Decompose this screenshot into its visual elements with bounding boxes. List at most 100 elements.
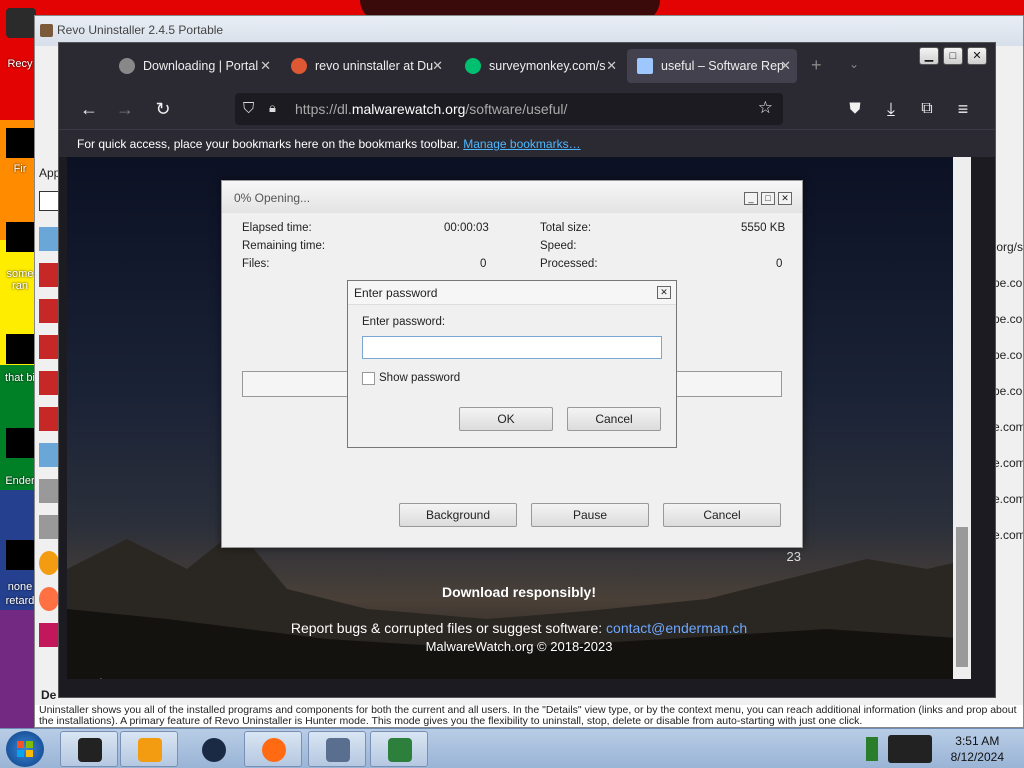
revo-list-cell: pe.con: [993, 312, 1023, 326]
ok-button[interactable]: OK: [459, 407, 553, 431]
row-size: 23: [786, 549, 801, 564]
nav-bar: ← → ↻ ⛉ 🔒︎ https://dl.malwarewatch.org/s…: [59, 89, 995, 129]
url-bar[interactable]: ⛉ 🔒︎ https://dl.malwarewatch.org/softwar…: [235, 93, 783, 125]
back-icon[interactable]: ←: [77, 97, 101, 121]
tab-label: Downloading | Portal: [143, 59, 259, 73]
app-list-icon[interactable]: [39, 515, 59, 539]
close-button[interactable]: ✕: [967, 47, 987, 65]
revo-list-cell: .org/s: [993, 240, 1023, 254]
show-password-label: Show password: [379, 372, 461, 384]
files-label: Files:: [242, 258, 270, 270]
clock-time: 3:51 AM: [955, 734, 1000, 748]
cancel-button[interactable]: Cancel: [567, 407, 661, 431]
tray-app-icon[interactable]: [888, 735, 932, 763]
new-tab-icon[interactable]: +: [811, 55, 822, 76]
acrobat-icon[interactable]: [39, 407, 59, 431]
maximize-button[interactable]: □: [943, 47, 963, 65]
dialog-title: Enter password: [348, 281, 676, 305]
url-domain: malwarewatch.org: [351, 101, 466, 117]
minimize-button[interactable]: ▁: [919, 47, 939, 65]
archiver-icon: [388, 738, 412, 762]
tab-close-icon[interactable]: ✕: [432, 58, 443, 74]
start-button[interactable]: [6, 731, 44, 767]
revo-list-cell: e.com: [993, 528, 1023, 542]
flash-icon[interactable]: [39, 263, 59, 287]
tab-label: revo uninstaller at Du: [315, 59, 434, 73]
tray-indicator-icon[interactable]: [866, 737, 878, 761]
bookmark-star-icon[interactable]: ☆: [758, 98, 773, 118]
flash-icon[interactable]: [39, 371, 59, 395]
app-list-icon[interactable]: [39, 191, 59, 211]
reload-icon[interactable]: ↻: [151, 97, 175, 121]
footer-copyright: MalwareWatch.org © 2018-2023: [425, 639, 613, 654]
show-password-checkbox[interactable]: [362, 372, 375, 385]
flash-icon[interactable]: [39, 299, 59, 323]
revo-list-cell: pe.con: [993, 348, 1023, 362]
cancel-button[interactable]: Cancel: [663, 503, 781, 527]
app-list-icon[interactable]: [39, 551, 59, 575]
pocket-icon[interactable]: ⛊: [843, 97, 867, 121]
tab-close-icon[interactable]: ✕: [780, 58, 791, 74]
app-list-icon[interactable]: [39, 587, 59, 611]
close-button[interactable]: ✕: [657, 286, 671, 299]
extensions-icon[interactable]: ⧉: [915, 97, 939, 121]
elapsed-value: 00:00:03: [444, 222, 489, 234]
tab-favicon-icon: [637, 58, 653, 74]
lock-icon[interactable]: 🔒︎: [269, 100, 276, 116]
app-list-icon[interactable]: [39, 443, 59, 467]
password-field-label: Enter password:: [362, 316, 446, 328]
revo-list-cell: e.com: [993, 492, 1023, 506]
taskbar-item-archiver[interactable]: [370, 731, 428, 767]
tab-close-icon[interactable]: ✕: [260, 58, 271, 74]
revo-list-cell: e.com: [993, 456, 1023, 470]
revo-right-list: .org/s pe.con pe.con pe.con pe.con e.com…: [993, 176, 1023, 576]
clock-date: 8/12/2024: [950, 750, 1004, 764]
maximize-button[interactable]: □: [761, 192, 775, 205]
footer-report: Report bugs & corrupted files or suggest…: [67, 620, 971, 636]
bookmark-hint: For quick access, place your bookmarks h…: [77, 137, 460, 151]
firefox-icon: [262, 738, 286, 762]
revo-list-spacer: [993, 176, 1023, 228]
menu-icon[interactable]: ≡: [951, 97, 975, 121]
surveymonkey-icon: [465, 58, 481, 74]
bookmarks-toolbar: For quick access, place your bookmarks h…: [59, 129, 995, 157]
tab-downloading[interactable]: Downloading | Portal ✕: [109, 49, 277, 83]
flash-icon[interactable]: [39, 335, 59, 359]
footer-report-text: Report bugs & corrupted files or suggest…: [290, 620, 603, 636]
revo-list-cell: e.com: [993, 420, 1023, 434]
taskbar-item-revo[interactable]: [308, 731, 366, 767]
files-value: 0: [480, 258, 487, 270]
minimize-button[interactable]: _: [744, 192, 758, 205]
revo-app-list: [39, 191, 59, 691]
app-list-icon[interactable]: [39, 227, 59, 251]
manage-bookmarks-link[interactable]: Manage bookmarks…: [463, 137, 580, 151]
tab-label: useful – Software Rep: [661, 59, 784, 73]
tab-close-icon[interactable]: ✕: [606, 58, 617, 74]
vertical-scrollbar[interactable]: [953, 157, 971, 679]
total-size-value: 5550 KB: [741, 222, 786, 234]
total-size-label: Total size:: [540, 222, 592, 234]
password-input[interactable]: [362, 336, 662, 359]
scrollbar-thumb[interactable]: [956, 527, 968, 667]
list-tabs-icon[interactable]: ⌄: [849, 57, 859, 71]
app-list-icon[interactable]: [39, 479, 59, 503]
tab-surveymonkey[interactable]: surveymonkey.com/s ✕: [455, 49, 623, 83]
tab-duckduckgo[interactable]: revo uninstaller at Du ✕: [281, 49, 449, 83]
shield-icon[interactable]: ⛉: [243, 100, 254, 117]
taskbar-item-media-player[interactable]: [120, 731, 178, 767]
close-button[interactable]: ✕: [778, 192, 792, 205]
app-list-icon[interactable]: [39, 623, 59, 647]
system-clock[interactable]: 3:51 AM 8/12/2024: [951, 733, 1004, 765]
remaining-label: Remaining time:: [242, 240, 326, 252]
tab-useful[interactable]: useful – Software Rep ✕: [627, 49, 797, 83]
pause-button[interactable]: Pause: [531, 503, 649, 527]
contact-email-link[interactable]: contact@enderman.ch: [606, 620, 747, 636]
revo-app-icon: [40, 24, 53, 37]
taskbar-item-dark-app[interactable]: [184, 731, 242, 767]
forward-icon[interactable]: →: [113, 97, 137, 121]
taskbar-item-firefox[interactable]: [244, 731, 302, 767]
taskbar-item-terminal[interactable]: [60, 731, 118, 767]
background-button[interactable]: Background: [399, 503, 517, 527]
speed-label: Speed:: [540, 240, 577, 252]
download-icon[interactable]: ⤓: [879, 97, 903, 121]
